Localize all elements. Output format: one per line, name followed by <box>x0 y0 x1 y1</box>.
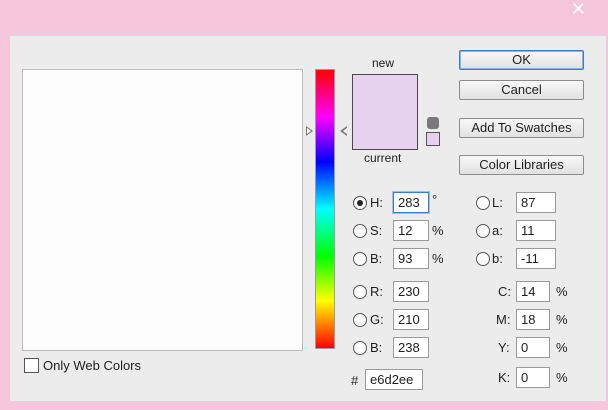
new-color-swatch <box>353 75 417 149</box>
lab-b-radio[interactable] <box>476 252 490 266</box>
lab-b-input[interactable]: -11 <box>516 248 556 269</box>
lab-a-label: a: <box>492 223 503 238</box>
green-label: G: <box>370 312 384 327</box>
black-label: K: <box>498 370 511 385</box>
blue-label: B: <box>370 340 383 355</box>
close-icon[interactable]: ✕ <box>571 0 586 18</box>
color-preview <box>352 74 418 150</box>
green-radio[interactable] <box>353 313 367 327</box>
red-label: R: <box>370 284 383 299</box>
hue-slider[interactable] <box>315 69 335 349</box>
color-picker-dialog: new current OK Cancel Add To Swatches Co… <box>10 35 606 401</box>
web-safe-color-swatch[interactable] <box>426 132 440 146</box>
add-to-swatches-button[interactable]: Add To Swatches <box>459 118 584 138</box>
magenta-label: M: <box>496 312 511 327</box>
red-input[interactable]: 230 <box>393 281 429 302</box>
lab-l-input[interactable]: 87 <box>516 192 556 213</box>
brightness-unit: % <box>432 251 444 266</box>
magenta-unit: % <box>556 312 568 327</box>
lab-l-label: L: <box>492 195 503 210</box>
cyan-label: C: <box>498 284 511 299</box>
current-color-label: current <box>364 151 402 165</box>
red-radio[interactable] <box>353 285 367 299</box>
saturation-label: S: <box>370 223 383 238</box>
magenta-input[interactable]: 18 <box>516 309 550 330</box>
cancel-button[interactable]: Cancel <box>459 80 584 100</box>
yellow-unit: % <box>556 340 568 355</box>
saturation-radio[interactable] <box>353 224 367 238</box>
color-libraries-button[interactable]: Color Libraries <box>459 155 584 175</box>
blue-input[interactable]: 238 <box>393 337 429 358</box>
brightness-radio[interactable] <box>353 252 367 266</box>
hue-input[interactable]: 283 <box>393 192 429 213</box>
brightness-input[interactable]: 93 <box>393 248 429 269</box>
hex-label: # <box>351 373 359 388</box>
hex-input[interactable]: e6d2ee <box>365 369 423 390</box>
lab-a-input[interactable]: 11 <box>516 220 556 241</box>
hue-unit: ° <box>432 192 438 207</box>
only-web-colors-checkbox[interactable] <box>24 358 39 373</box>
yellow-label: Y: <box>498 340 510 355</box>
blue-radio[interactable] <box>353 341 367 355</box>
black-unit: % <box>556 370 568 385</box>
cyan-unit: % <box>556 284 568 299</box>
lab-a-radio[interactable] <box>476 224 490 238</box>
black-input[interactable]: 0 <box>516 367 550 388</box>
lab-l-radio[interactable] <box>476 196 490 210</box>
color-field[interactable] <box>22 69 303 351</box>
saturation-input[interactable]: 12 <box>393 220 429 241</box>
cyan-input[interactable]: 14 <box>516 281 550 302</box>
only-web-colors-label: Only Web Colors <box>43 358 142 373</box>
hue-radio[interactable] <box>353 196 367 210</box>
brightness-label: B: <box>370 251 383 266</box>
hue-label: H: <box>370 195 383 210</box>
green-input[interactable]: 210 <box>393 309 429 330</box>
new-color-label: new <box>372 56 395 70</box>
lab-b-label: b: <box>492 251 503 266</box>
slider-handle-left-inner <box>307 128 311 134</box>
yellow-input[interactable]: 0 <box>516 337 550 358</box>
saturation-unit: % <box>432 223 444 238</box>
web-safe-cube-icon[interactable] <box>427 117 439 129</box>
slider-handle-right-inner <box>343 128 347 134</box>
ok-button[interactable]: OK <box>459 50 584 70</box>
